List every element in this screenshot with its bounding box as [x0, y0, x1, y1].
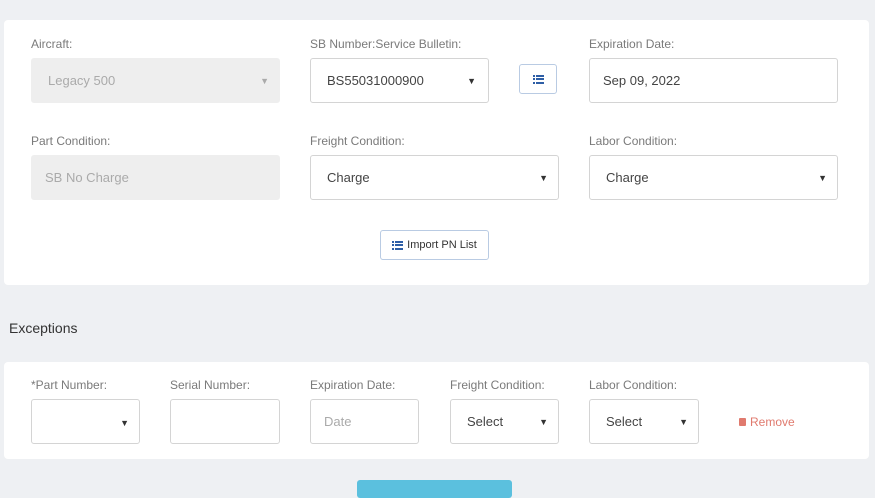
- expiration-date-label: Expiration Date:: [589, 37, 675, 51]
- import-pn-list-label: Import PN List: [407, 239, 477, 251]
- exception-labor-value: Select: [606, 414, 643, 429]
- part-condition-field: SB No Charge: [31, 155, 280, 200]
- exception-expiration-label: Expiration Date:: [310, 378, 396, 392]
- sb-number-value: BS55031000900: [327, 73, 424, 88]
- trash-icon: [739, 418, 746, 426]
- import-pn-list-button[interactable]: Import PN List: [380, 230, 489, 260]
- chevron-down-icon: ▼: [539, 172, 548, 183]
- new-exception-button[interactable]: [357, 480, 512, 498]
- exception-freight-select[interactable]: Select ▼: [450, 399, 559, 444]
- expiration-date-value: Sep 09, 2022: [603, 73, 681, 88]
- exceptions-title: Exceptions: [9, 320, 78, 336]
- sb-number-label: SB Number:Service Bulletin:: [310, 37, 462, 51]
- aircraft-select: Legacy 500 ▼: [31, 58, 280, 103]
- chevron-down-icon: ▼: [539, 416, 548, 427]
- chevron-down-icon: ▼: [260, 75, 269, 86]
- part-condition-label: Part Condition:: [31, 134, 111, 148]
- serial-number-input[interactable]: [170, 399, 280, 444]
- chevron-down-icon: ▼: [679, 416, 688, 427]
- exception-expiration-input[interactable]: Date: [310, 399, 419, 444]
- exception-labor-select[interactable]: Select ▼: [589, 399, 699, 444]
- aircraft-label: Aircraft:: [31, 37, 73, 51]
- exception-labor-label: Labor Condition:: [589, 378, 678, 392]
- expiration-date-input[interactable]: Sep 09, 2022: [589, 58, 838, 103]
- part-number-label: *Part Number:: [31, 378, 108, 392]
- part-number-select[interactable]: ▼: [31, 399, 140, 444]
- labor-condition-value: Charge: [606, 170, 649, 185]
- chevron-down-icon: ▼: [120, 418, 129, 428]
- labor-condition-label: Labor Condition:: [589, 134, 678, 148]
- chevron-down-icon: ▼: [818, 172, 827, 183]
- serial-number-label: Serial Number:: [170, 378, 251, 392]
- freight-condition-select[interactable]: Charge ▼: [310, 155, 559, 200]
- chevron-down-icon: ▼: [467, 75, 476, 86]
- remove-exception-button[interactable]: Remove: [739, 415, 795, 429]
- freight-condition-value: Charge: [327, 170, 370, 185]
- sb-list-button[interactable]: [519, 64, 557, 94]
- list-icon: [392, 240, 404, 250]
- freight-condition-label: Freight Condition:: [310, 134, 405, 148]
- remove-label: Remove: [750, 415, 795, 429]
- part-condition-value: SB No Charge: [45, 170, 129, 185]
- exception-freight-value: Select: [467, 414, 504, 429]
- list-icon: [532, 74, 544, 84]
- exception-freight-label: Freight Condition:: [450, 378, 545, 392]
- exception-expiration-placeholder: Date: [324, 414, 352, 429]
- aircraft-value: Legacy 500: [48, 73, 116, 88]
- labor-condition-select[interactable]: Charge ▼: [589, 155, 838, 200]
- sb-number-select[interactable]: BS55031000900 ▼: [310, 58, 489, 103]
